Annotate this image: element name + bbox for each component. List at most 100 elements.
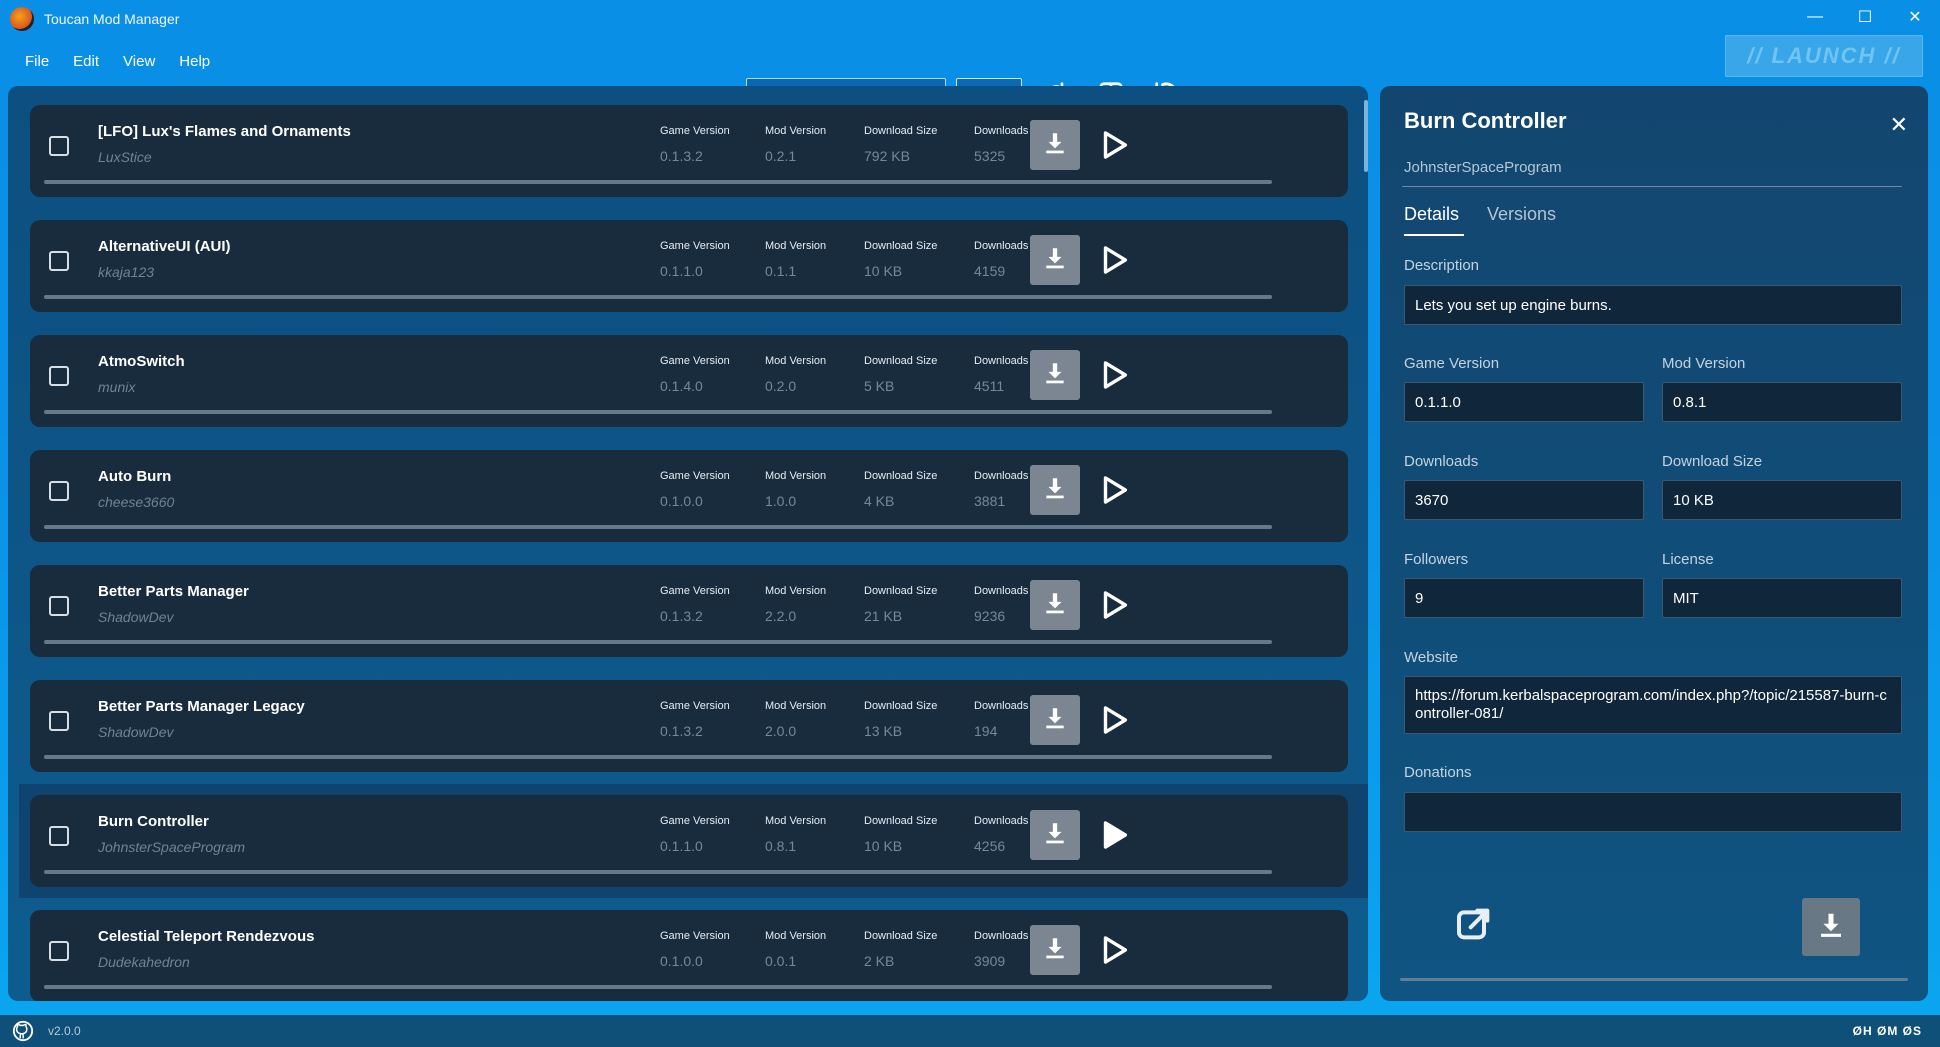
downloads-header: Downloads	[974, 585, 1029, 597]
mod-checkbox[interactable]	[49, 136, 69, 156]
download-size-value: 10 KB	[864, 838, 903, 854]
play-icon[interactable]	[1096, 817, 1132, 853]
play-icon[interactable]	[1096, 127, 1132, 163]
mod-name: [LFO] Lux's Flames and Ornaments	[98, 123, 351, 140]
play-icon[interactable]	[1096, 242, 1132, 278]
mod-name: Auto Burn	[98, 468, 172, 485]
game-version-value: 0.1.1.0	[660, 263, 703, 279]
followers-label: Followers	[1404, 551, 1469, 568]
mod-checkbox[interactable]	[49, 481, 69, 501]
download-button[interactable]	[1030, 350, 1080, 400]
game-version-header: Game Version	[660, 355, 730, 367]
mod-version-header: Mod Version	[765, 355, 827, 367]
game-version-value: 0.1.3.2	[660, 608, 703, 624]
website-field[interactable]: https://forum.kerbalspaceprogram.com/ind…	[1404, 676, 1902, 734]
mod-card[interactable]: Auto Burn cheese3660 Game Version Mod Ve…	[30, 450, 1348, 542]
mod-card[interactable]: Burn Controller JohnsterSpaceProgram Gam…	[30, 795, 1348, 887]
play-icon[interactable]	[1096, 932, 1132, 968]
mod-card[interactable]: Better Parts Manager ShadowDev Game Vers…	[30, 565, 1348, 657]
download-button[interactable]	[1030, 695, 1080, 745]
mod-card[interactable]: Better Parts Manager Legacy ShadowDev Ga…	[30, 680, 1348, 772]
download-size-value: 792 KB	[864, 148, 910, 164]
mod-version-header: Mod Version	[765, 240, 827, 252]
mod-checkbox[interactable]	[49, 941, 69, 961]
mod-name: AtmoSwitch	[98, 353, 185, 370]
mod-checkbox[interactable]	[49, 596, 69, 616]
close-window-button[interactable]: ✕	[1890, 0, 1940, 34]
donations-label: Donations	[1404, 764, 1472, 781]
menu-edit[interactable]: Edit	[73, 53, 99, 70]
mod-card[interactable]: Celestial Teleport Rendezvous Dudekahedr…	[30, 910, 1348, 1001]
mod-checkbox[interactable]	[49, 826, 69, 846]
license-field: MIT	[1662, 578, 1902, 618]
download-size-header: Download Size	[864, 585, 938, 597]
mod-list-panel: [LFO] Lux's Flames and Ornaments LuxStic…	[8, 86, 1368, 1001]
tab-details[interactable]: Details	[1404, 204, 1459, 225]
game-version-value: 0.1.0.0	[660, 493, 703, 509]
download-button[interactable]	[1030, 235, 1080, 285]
download-button[interactable]	[1030, 810, 1080, 860]
mod-version-value: 0.0.1	[765, 953, 797, 969]
play-icon[interactable]	[1096, 472, 1132, 508]
mod-progress-bar	[44, 180, 1272, 184]
mod-author: LuxStice	[98, 149, 152, 165]
downloads-header: Downloads	[974, 700, 1029, 712]
download-button[interactable]	[1030, 925, 1080, 975]
downloads-header: Downloads	[974, 125, 1029, 137]
download-button[interactable]	[1030, 120, 1080, 170]
download-size-header: Download Size	[864, 125, 938, 137]
details-title: Burn Controller	[1404, 108, 1567, 133]
mod-card[interactable]: [LFO] Lux's Flames and Ornaments LuxStic…	[30, 105, 1348, 197]
details-author: JohnsterSpaceProgram	[1404, 159, 1562, 176]
downloads-value: 9236	[974, 608, 1006, 624]
downloads-value: 3881	[974, 493, 1006, 509]
mod-name: AlternativeUI (AUI)	[98, 238, 231, 255]
download-button[interactable]	[1030, 580, 1080, 630]
menu-file[interactable]: File	[25, 53, 49, 70]
app-title: Toucan Mod Manager	[44, 11, 180, 27]
launch-button[interactable]: // LAUNCH //	[1725, 35, 1923, 77]
mod-card[interactable]: AtmoSwitch munix Game Version Mod Versio…	[30, 335, 1348, 427]
game-version-field: 0.1.1.0	[1404, 382, 1644, 422]
menu-help[interactable]: Help	[179, 53, 210, 70]
details-panel: Burn Controller ✕ JohnsterSpaceProgram D…	[1380, 86, 1928, 1001]
downloads-field: 3670	[1404, 480, 1644, 520]
download-button[interactable]	[1030, 465, 1080, 515]
mod-checkbox[interactable]	[49, 711, 69, 731]
download-size-header: Download Size	[864, 470, 938, 482]
maximize-button[interactable]: ☐	[1840, 0, 1890, 34]
game-version-header: Game Version	[660, 125, 730, 137]
download-icon	[1042, 245, 1068, 276]
details-progress-bar	[1400, 978, 1908, 981]
mod-checkbox[interactable]	[49, 366, 69, 386]
play-icon[interactable]	[1096, 702, 1132, 738]
mod-progress-bar	[44, 640, 1272, 644]
mod-name: Burn Controller	[98, 813, 209, 830]
github-icon[interactable]	[12, 1020, 34, 1042]
close-details-icon[interactable]: ✕	[1890, 112, 1908, 138]
minimize-button[interactable]: —	[1790, 0, 1840, 34]
open-external-icon[interactable]	[1454, 904, 1494, 944]
download-size-value: 10 KB	[864, 263, 903, 279]
game-version-header: Game Version	[660, 470, 730, 482]
downloads-value: 194	[974, 723, 998, 739]
mod-checkbox[interactable]	[49, 251, 69, 271]
game-version-value: 0.1.0.0	[660, 953, 703, 969]
install-button[interactable]	[1802, 898, 1860, 956]
menu-view[interactable]: View	[123, 53, 155, 70]
mod-card[interactable]: AlternativeUI (AUI) kkaja123 Game Versio…	[30, 220, 1348, 312]
mod-version-value: 0.1.1	[765, 263, 797, 279]
title-bar: Toucan Mod Manager — ☐ ✕	[0, 0, 1940, 38]
divider	[1402, 186, 1902, 187]
tab-versions[interactable]: Versions	[1487, 204, 1556, 225]
play-icon[interactable]	[1096, 357, 1132, 393]
mod-author: ShadowDev	[98, 609, 174, 625]
download-size-field: 10 KB	[1662, 480, 1902, 520]
website-label: Website	[1404, 649, 1458, 666]
mod-version-value: 0.2.1	[765, 148, 797, 164]
list-scrollbar[interactable]	[1364, 100, 1368, 172]
play-icon[interactable]	[1096, 587, 1132, 623]
mod-version-header: Mod Version	[765, 815, 827, 827]
game-version-header: Game Version	[660, 585, 730, 597]
session-timer: ØH ØM ØS	[1852, 1024, 1922, 1038]
